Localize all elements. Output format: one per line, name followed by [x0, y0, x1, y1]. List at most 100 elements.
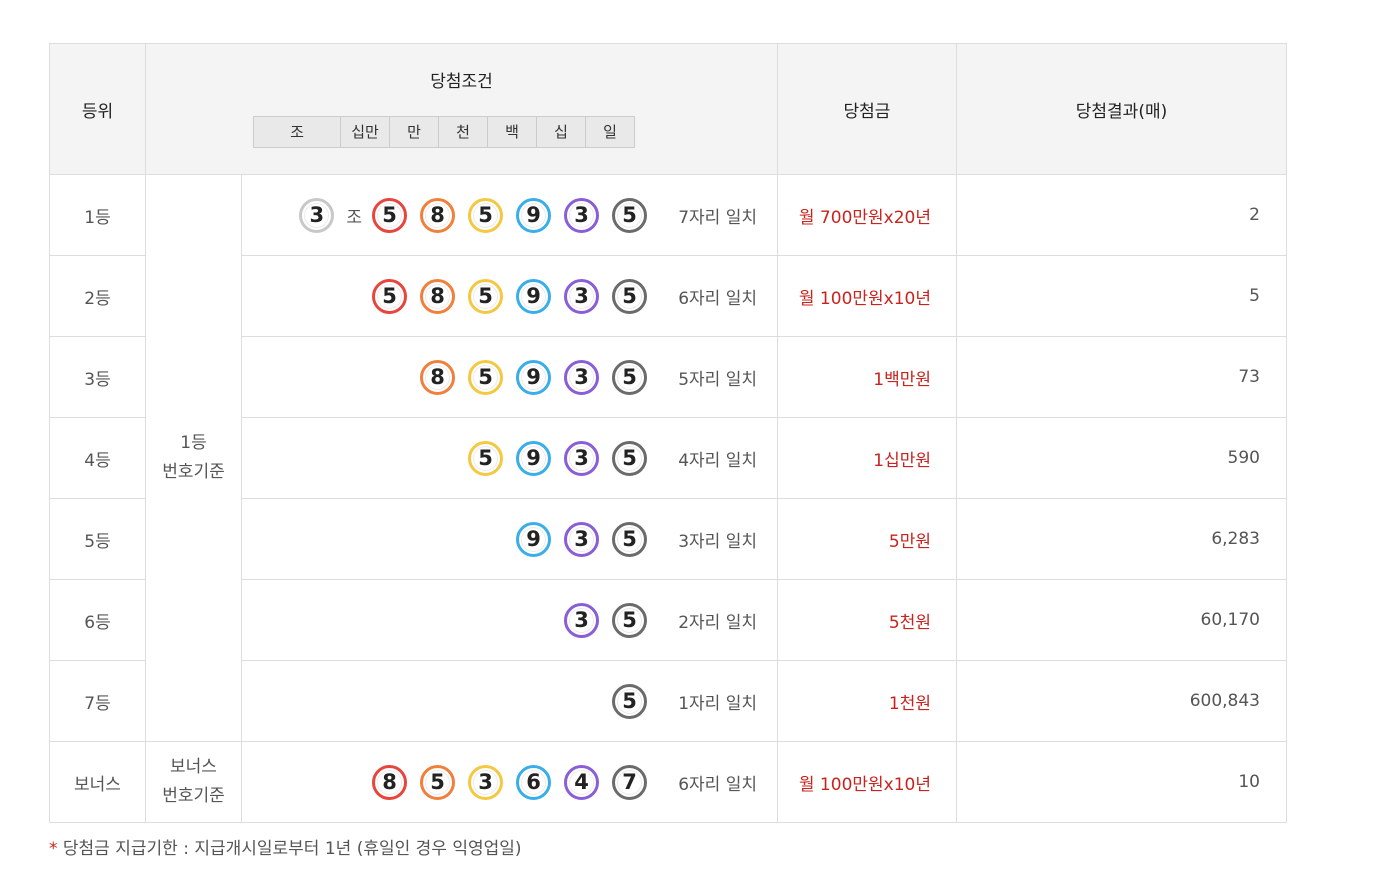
basis-line: 1등: [180, 433, 207, 453]
number-ball: 9: [516, 197, 551, 233]
number-ball: 3: [564, 521, 599, 557]
prize-cell: 월 100만원x10년: [777, 255, 957, 337]
prize-cell: 5만원: [777, 498, 957, 580]
jo-ball: 3: [299, 197, 335, 233]
number-ball: 5: [612, 197, 647, 233]
match-text: 4자리 일치: [678, 450, 757, 471]
result-cell: 590: [956, 417, 1287, 499]
condition-cell: 5 8 5 9 3 5 6자리 일치: [241, 255, 778, 337]
condition-cell: 3 5 2자리 일치: [241, 579, 778, 661]
basis-bonus-cell: 보너스번호기준: [145, 741, 242, 823]
number-ball: 8: [420, 359, 455, 395]
result-cell: 73: [956, 336, 1287, 418]
table-row: 1등 1등 번호기준 3 조 5 8 5 9 3 5 7자리 일치 월 700만원x20년 2: [49, 174, 1287, 742]
digit-header-5: 십: [537, 117, 586, 147]
table-body: 1등 1등 번호기준 3 조 5 8 5 9 3 5 7자리 일치 월 700만원x20년 2 2등 5 8 5 9…: [49, 174, 1287, 823]
result-cell: 2: [956, 174, 1287, 256]
number-balls: 3조585935: [286, 197, 647, 233]
number-ball: 8: [372, 764, 407, 800]
digit-header-3: 천: [439, 117, 488, 147]
match-text: 6자리 일치: [678, 774, 757, 795]
number-ball: 3: [564, 278, 599, 314]
number-ball: 5: [612, 521, 647, 557]
number-ball: 3: [468, 764, 503, 800]
jo-label: 조: [346, 207, 362, 228]
number-ball: 5: [468, 278, 503, 314]
rank-cell: 7등: [49, 660, 146, 742]
number-ball: 6: [516, 764, 551, 800]
number-ball: 5: [612, 278, 647, 314]
digit-header-bar: 조 십만 만 천 백 십 일: [253, 116, 635, 148]
payment-deadline-note: * 당첨금 지급기한 : 지급개시일로부터 1년 (휴일인 경우 익영업일): [49, 834, 522, 859]
prize-cell: 월 700만원x20년: [777, 174, 957, 256]
basis-line: 번호기준: [162, 786, 225, 806]
header-rank: 등위: [49, 43, 146, 175]
number-ball: 5: [468, 440, 503, 476]
match-text: 5자리 일치: [678, 369, 757, 390]
result-cell: 60,170: [956, 579, 1287, 661]
prize-cell: 1천원: [777, 660, 957, 742]
prize-table-wrapper: 등위 당첨조건 조 십만 만 천 백 십 일 당첨금 당첨결과(매) 1등 1등 번호기준 3 조 5…: [49, 43, 1287, 823]
number-ball: 4: [564, 764, 599, 800]
table-header-row: 등위 당첨조건 조 십만 만 천 백 십 일 당첨금 당첨결과(매): [49, 43, 1287, 175]
number-balls: 935: [503, 521, 647, 557]
number-ball: 5: [420, 764, 455, 800]
number-ball: 8: [420, 197, 455, 233]
prize-table: 등위 당첨조건 조 십만 만 천 백 십 일 당첨금 당첨결과(매) 1등 1등 번호기준 3 조 5…: [49, 43, 1287, 823]
condition-cell: 9 3 5 3자리 일치: [241, 498, 778, 580]
result-cell: 600,843: [956, 660, 1287, 742]
number-balls: 585935: [359, 278, 647, 314]
note-text: 당첨금 지급기한 : 지급개시일로부터 1년 (휴일인 경우 익영업일): [62, 839, 522, 859]
basis-line: 보너스: [170, 757, 217, 777]
note-asterisk: *: [49, 839, 58, 859]
prize-cell: 월 100만원x10년: [777, 741, 957, 823]
number-ball: 9: [516, 440, 551, 476]
prize-cell: 5천원: [777, 579, 957, 661]
number-ball: 5: [468, 197, 503, 233]
number-ball: 5: [612, 683, 647, 719]
number-ball: 5: [372, 197, 407, 233]
number-ball: 9: [516, 359, 551, 395]
table-row: 보너스 보너스 번호기준 8 5 3 6 4 7 6자리 일치 월 100만원x10년 10: [49, 741, 1287, 823]
number-ball: 8: [420, 278, 455, 314]
condition-cell: 8 5 9 3 5 5자리 일치: [241, 336, 778, 418]
match-text: 2자리 일치: [678, 612, 757, 633]
match-text: 6자리 일치: [678, 288, 757, 309]
number-ball: 7: [612, 764, 647, 800]
condition-cell: 8 5 3 6 4 7 6자리 일치: [241, 741, 778, 823]
number-ball: 5: [612, 602, 647, 638]
rank-cell: 5등: [49, 498, 146, 580]
basis-main-cell: 1등번호기준: [145, 174, 242, 742]
number-ball: 5: [612, 440, 647, 476]
header-condition: 당첨조건 조 십만 만 천 백 십 일: [145, 43, 778, 175]
match-text: 1자리 일치: [678, 693, 757, 714]
header-prize: 당첨금: [777, 43, 957, 175]
header-condition-label: 당첨조건: [430, 72, 493, 92]
digit-header-6: 일: [603, 123, 617, 141]
number-ball: 9: [516, 278, 551, 314]
result-cell: 10: [956, 741, 1287, 823]
rank-cell: 3등: [49, 336, 146, 418]
condition-cell: 5 1자리 일치: [241, 660, 778, 742]
digit-header-4: 백: [488, 117, 537, 147]
digit-header-1: 십만: [341, 117, 390, 147]
rank-cell: 6등: [49, 579, 146, 661]
match-text: 3자리 일치: [678, 531, 757, 552]
number-balls: 5935: [455, 440, 647, 476]
number-ball: 5: [468, 359, 503, 395]
number-ball: 5: [372, 278, 407, 314]
result-cell: 5: [956, 255, 1287, 337]
match-text: 7자리 일치: [678, 207, 757, 228]
result-cell: 6,283: [956, 498, 1287, 580]
number-balls: 85935: [407, 359, 647, 395]
basis-line: 번호기준: [162, 462, 225, 482]
number-balls: 35: [551, 602, 647, 638]
condition-cell: 5 9 3 5 4자리 일치: [241, 417, 778, 499]
digit-header-2: 만: [390, 117, 439, 147]
number-balls: 853647: [359, 764, 647, 800]
header-result: 당첨결과(매): [956, 43, 1287, 175]
number-ball: 3: [564, 440, 599, 476]
digit-header-0: 조: [254, 117, 341, 147]
number-ball: 9: [516, 521, 551, 557]
number-ball: 3: [564, 197, 599, 233]
